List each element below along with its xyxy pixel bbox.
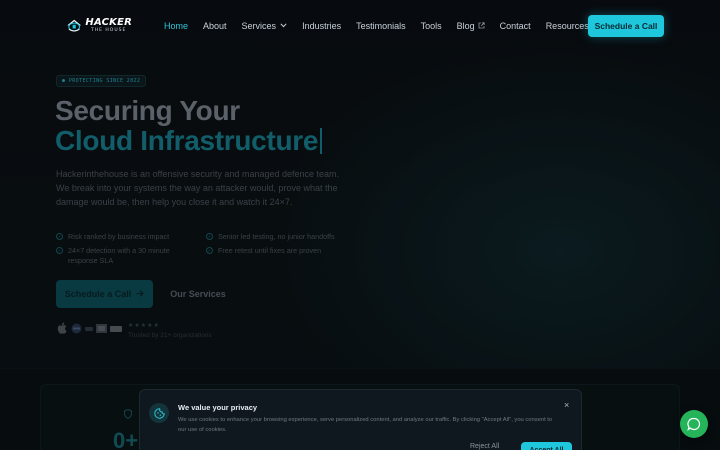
nav-label: Tools: [420, 21, 442, 31]
apple-logo-icon: [57, 322, 67, 334]
nav-item-testimonials[interactable]: Testimonials: [356, 21, 406, 31]
client-logo-row: [57, 322, 125, 335]
button-label: Schedule a Call: [64, 289, 132, 299]
nav-label: Resources: [545, 21, 589, 31]
nav-label: Services: [241, 21, 277, 31]
nav-item-contact[interactable]: Contact: [500, 21, 531, 31]
client-logo-small-icon: [85, 326, 93, 331]
feature-item: ✓ Senior led testing, no junior handoffs: [206, 232, 356, 242]
client-logo-round-icon: [71, 323, 82, 334]
arrow-right-icon: [136, 289, 145, 299]
check-circle-icon: ✓: [56, 247, 63, 254]
our-services-button[interactable]: Our Services: [158, 280, 238, 308]
hero-title-line1: Securing Your: [55, 95, 240, 126]
protecting-since-badge: ● PROTECTING SINCE 2022: [56, 75, 147, 87]
trusted-by-text: Trusted by 21+ organizations: [128, 332, 212, 339]
nav-item-industries[interactable]: Industries: [302, 21, 341, 31]
house-logo-icon: [67, 19, 82, 32]
nav-label: Home: [164, 21, 189, 31]
nav-item-services[interactable]: Services: [242, 21, 288, 31]
brand-tagline: THE HOUSE: [91, 28, 127, 34]
rating-stars: ★★★★★: [128, 323, 160, 329]
nav-label: Industries: [302, 21, 342, 31]
typing-caret: [320, 128, 323, 154]
nav-item-tools[interactable]: Tools: [421, 21, 442, 31]
chevron-down-icon: [280, 22, 287, 30]
nav-label: Blog: [456, 21, 475, 31]
hero-description: Hackerinthehouse is an offensive securit…: [56, 169, 340, 207]
cookie-description: We use cookies to enhance your browsing …: [178, 417, 553, 433]
nav-item-blog[interactable]: Blog: [457, 21, 485, 31]
schedule-call-button-header[interactable]: Schedule a Call: [588, 15, 664, 37]
nav-label: About: [203, 21, 227, 31]
brand-name: HACKER: [85, 17, 132, 29]
feature-text: Free retest until fixes are proven: [218, 246, 322, 255]
schedule-call-button[interactable]: Schedule a Call: [56, 280, 153, 308]
brand-logo[interactable]: HACKER THE HOUSE: [66, 13, 132, 39]
check-circle-icon: ✓: [206, 247, 213, 254]
page: HACKER THE HOUSE Home About Services Ind…: [0, 0, 720, 450]
feature-item: ✓ 24×7 detection with a 30 minute respon…: [56, 246, 186, 266]
stat-value: 0+: [113, 428, 139, 450]
shield-icon: [124, 408, 132, 421]
external-link-icon: [478, 21, 485, 31]
site-header: HACKER THE HOUSE Home About Services Ind…: [0, 0, 720, 52]
feature-item: ✓ Risk ranked by business impact: [56, 232, 196, 242]
client-logos: [57, 322, 125, 335]
accept-all-button[interactable]: Accept All: [521, 442, 572, 450]
client-logo-wide-icon: [110, 325, 122, 332]
check-circle-icon: ✓: [56, 233, 63, 240]
cookie-icon: [149, 403, 169, 423]
nav-item-about[interactable]: About: [203, 21, 227, 31]
hero-title-accent-text: Cloud Infrastructure: [55, 125, 319, 156]
close-icon[interactable]: ×: [564, 401, 569, 410]
chat-button[interactable]: [680, 410, 708, 438]
reject-all-button[interactable]: Reject All: [470, 443, 499, 450]
feature-text: 24×7 detection with a 30 minute response…: [68, 246, 170, 265]
nav-label: Testimonials: [356, 21, 406, 31]
nav-item-home[interactable]: Home: [164, 21, 188, 31]
nav-label: Contact: [499, 21, 531, 31]
main-nav: Home About Services Industries Testimoni…: [164, 0, 615, 52]
chat-bubble-icon: [687, 417, 701, 431]
client-logo-square-icon: [96, 324, 107, 333]
cookie-consent-banner: We value your privacy We use cookies to …: [139, 389, 582, 450]
feature-item: ✓ Free retest until fixes are proven: [206, 246, 356, 256]
check-circle-icon: ✓: [206, 233, 213, 240]
feature-text: Risk ranked by business impact: [68, 232, 170, 241]
brand-wordmark: HACKER THE HOUSE: [85, 18, 132, 34]
hero-title-line2: Cloud Infrastructure: [55, 125, 323, 157]
feature-text: Senior led testing, no junior handoffs: [218, 232, 335, 241]
cookie-title: We value your privacy: [178, 403, 258, 412]
